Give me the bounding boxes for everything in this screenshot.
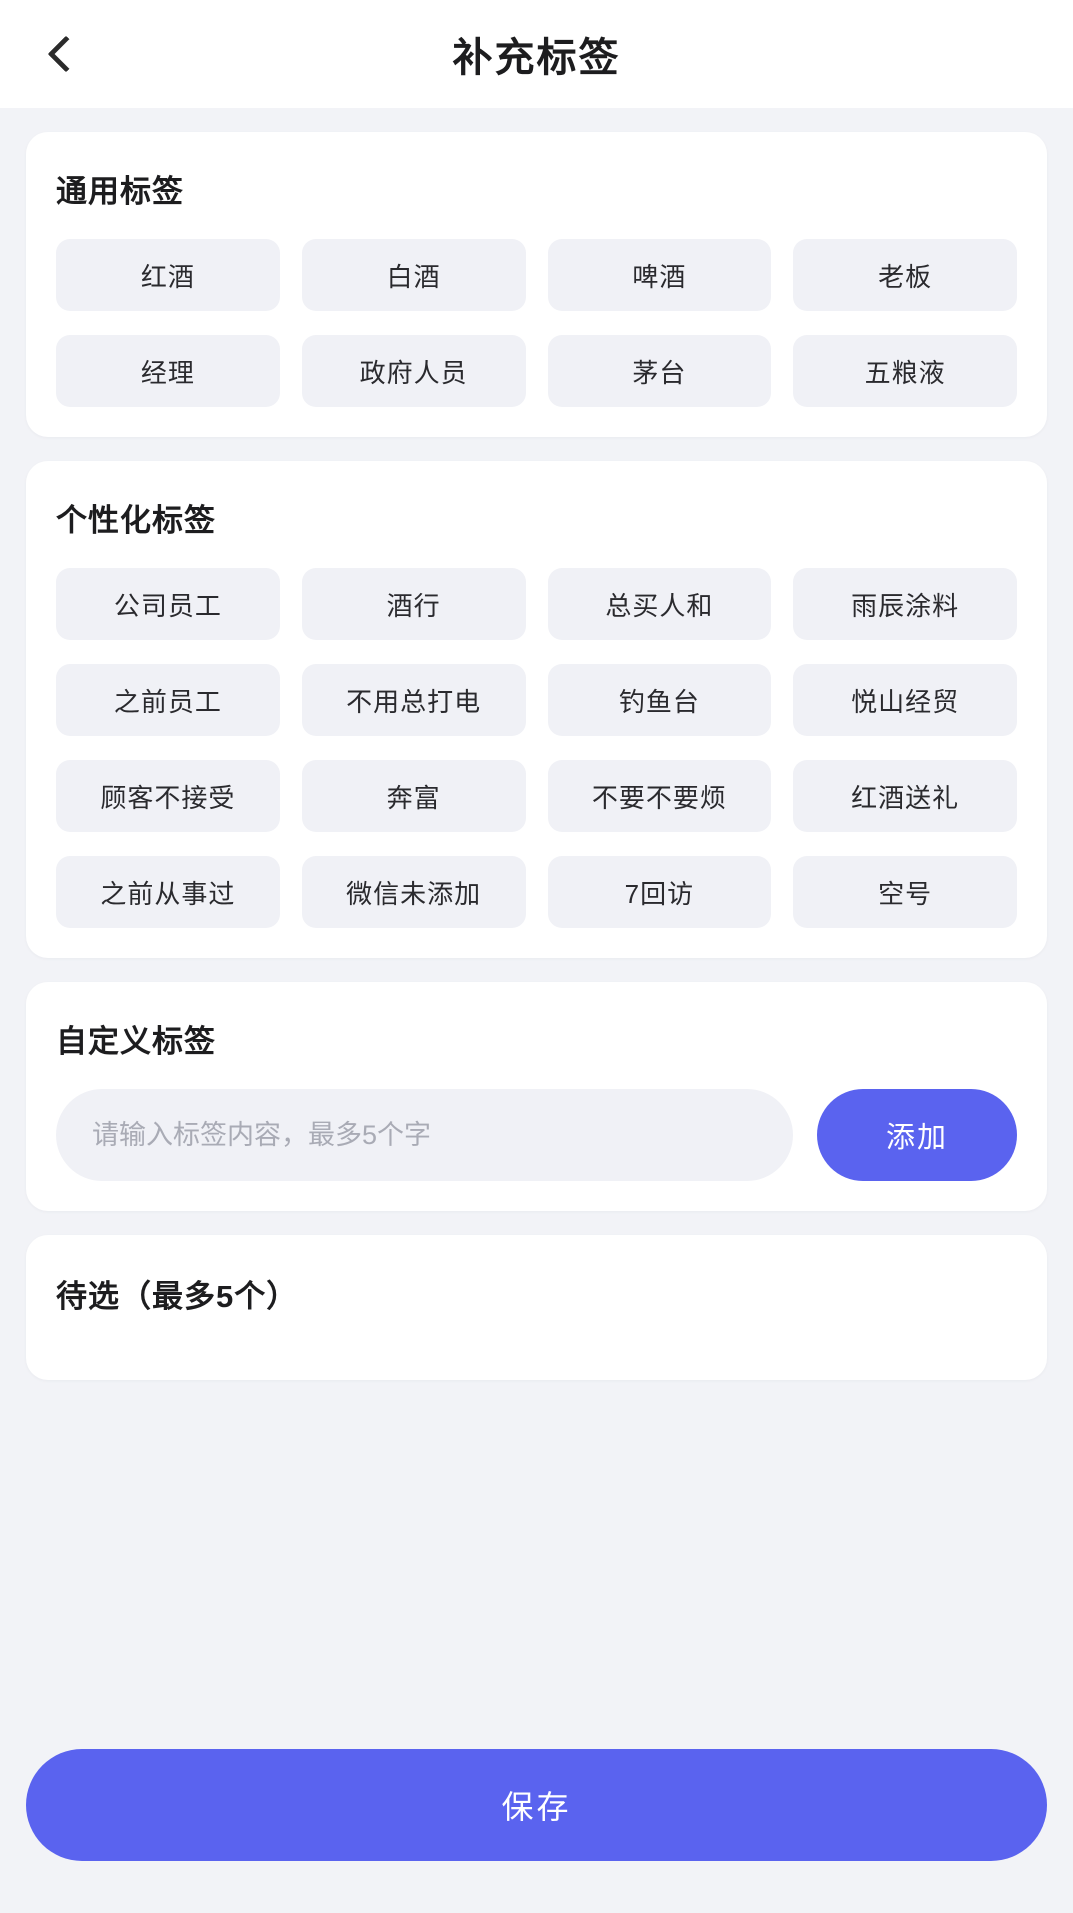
personalized-tag[interactable]: 顾客不接受 — [56, 760, 280, 832]
personalized-tag[interactable]: 之前从事过 — [56, 856, 280, 928]
personalized-tag[interactable]: 奔富 — [301, 760, 526, 832]
personalized-tag[interactable]: 酒行 — [301, 568, 526, 640]
back-button[interactable] — [30, 22, 94, 86]
general-tag[interactable]: 政府人员 — [301, 335, 526, 407]
general-tag[interactable]: 五粮液 — [793, 335, 1017, 407]
general-tags-grid: 红酒 白酒 啤酒 老板经理 政府人员 茅台 五粮液 — [56, 239, 1017, 407]
personalized-tag[interactable]: 空号 — [793, 856, 1017, 928]
personalized-tag[interactable]: 微信未添加 — [301, 856, 526, 928]
general-tag[interactable]: 老板 — [793, 239, 1017, 311]
personalized-tag[interactable]: 总买人和 — [547, 568, 772, 640]
app-header: 补充标签 — [0, 0, 1073, 108]
general-tag[interactable]: 茅台 — [547, 335, 772, 407]
general-tag[interactable]: 啤酒 — [547, 239, 772, 311]
custom-tag-input[interactable] — [56, 1089, 793, 1181]
custom-tag-row: 添加 — [56, 1089, 1017, 1181]
tag-picker-screen: 补充标签 通用标签 红酒 白酒 啤酒 老板经理 政府人员 茅台 五粮液 个性化标签 公司员工… — [0, 0, 1073, 1913]
custom-tag-card: 自定义标签 添加 — [26, 982, 1047, 1211]
general-tag[interactable]: 红酒 — [56, 239, 280, 311]
pending-tags-card: 待选（最多5个） — [26, 1235, 1047, 1380]
page-title: 补充标签 — [452, 36, 621, 80]
content-scroll-area[interactable]: 通用标签 红酒 白酒 啤酒 老板经理 政府人员 茅台 五粮液 个性化标签 公司员工 酒行 总买人… — [0, 108, 1073, 1749]
personalized-tag[interactable]: 不要不要烦 — [547, 760, 772, 832]
flexible-spacer — [26, 1380, 1047, 1749]
chevron-left-icon — [47, 35, 84, 73]
personalized-tag[interactable]: 公司员工 — [56, 568, 280, 640]
personalized-tags-grid: 公司员工 酒行 总买人和 雨辰涂料之前员工 不用总打电 钓鱼台 悦山经贸顾客不接受 奔富 不要不… — [56, 568, 1017, 928]
personalized-tag[interactable]: 不用总打电 — [301, 664, 526, 736]
personalized-tag[interactable]: 钓鱼台 — [547, 664, 772, 736]
personalized-tags-card: 个性化标签 公司员工 酒行 总买人和 雨辰涂料之前员工 不用总打电 钓鱼台 悦山经贸顾客不接… — [26, 461, 1047, 958]
general-tags-title: 通用标签 — [56, 174, 184, 209]
pending-tags-title: 待选（最多5个） — [56, 1279, 299, 1314]
personalized-tag[interactable]: 雨辰涂料 — [793, 568, 1017, 640]
general-tag[interactable]: 经理 — [56, 335, 280, 407]
add-tag-button[interactable]: 添加 — [817, 1089, 1017, 1181]
save-button[interactable]: 保存 — [26, 1749, 1047, 1861]
personalized-tags-title: 个性化标签 — [56, 503, 216, 538]
general-tag[interactable]: 白酒 — [301, 239, 526, 311]
pending-tags-grid[interactable] — [56, 1316, 1017, 1338]
personalized-tag[interactable]: 7回访 — [547, 856, 772, 928]
personalized-tag[interactable]: 之前员工 — [56, 664, 280, 736]
footer-bar: 保存 — [0, 1749, 1073, 1913]
custom-tag-title: 自定义标签 — [56, 1024, 216, 1059]
general-tags-card: 通用标签 红酒 白酒 啤酒 老板经理 政府人员 茅台 五粮液 — [26, 132, 1047, 437]
personalized-tag[interactable]: 悦山经贸 — [793, 664, 1017, 736]
personalized-tag[interactable]: 红酒送礼 — [793, 760, 1017, 832]
